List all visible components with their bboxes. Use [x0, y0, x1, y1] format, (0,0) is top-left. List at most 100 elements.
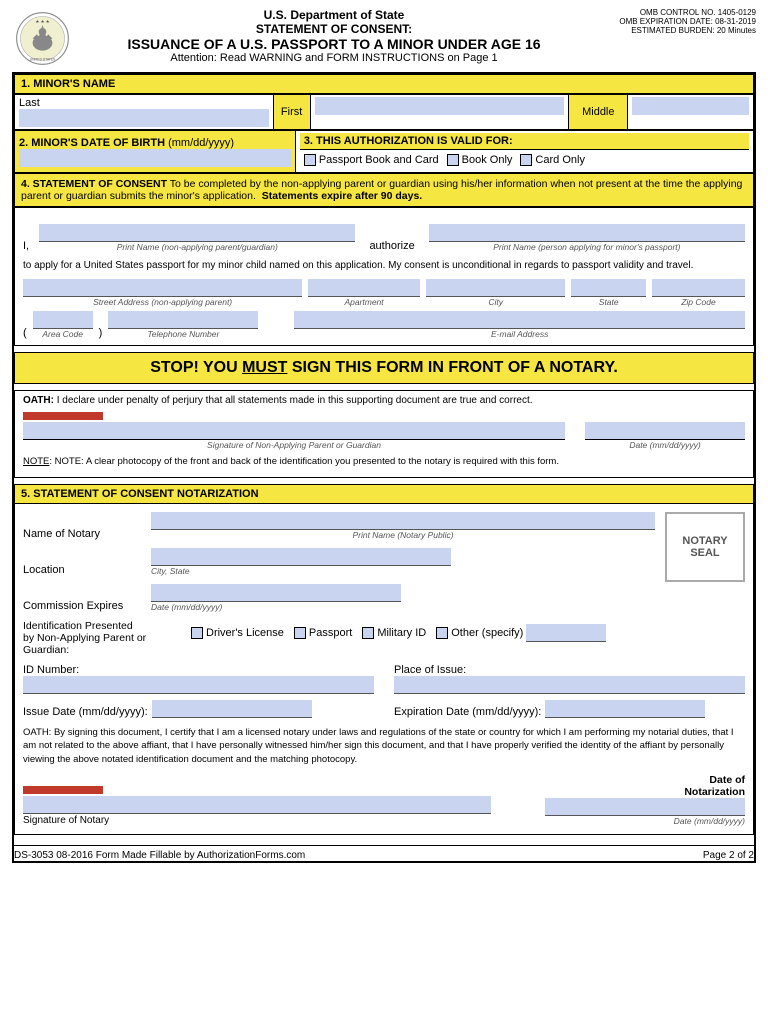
location-label: Location	[23, 564, 143, 576]
middle-name-input[interactable]	[632, 97, 749, 115]
military-id-label: Military ID	[377, 627, 426, 639]
notary-name-input[interactable]	[151, 512, 655, 530]
form-title3: Attention: Read WARNING and FORM INSTRUC…	[82, 52, 586, 64]
issue-date-label: Issue Date (mm/dd/yyyy):	[23, 706, 148, 718]
signature-input[interactable]	[23, 422, 565, 440]
sign-date-input[interactable]	[585, 422, 745, 440]
note-content: NOTE: A clear photocopy of the front and…	[55, 456, 559, 467]
non-applying-name-input[interactable]	[39, 224, 355, 242]
passport-id-label: Passport	[309, 627, 352, 639]
authorize-label: authorize	[369, 240, 414, 252]
commission-label: Commission Expires	[23, 600, 143, 612]
phone-row: ( Area Code ) Telephone Number E-mail Ad…	[23, 311, 745, 339]
i-label: I,	[23, 240, 29, 252]
military-id-item: Military ID	[362, 627, 426, 639]
telephone-input[interactable]	[108, 311, 258, 329]
commission-date-input[interactable]	[151, 584, 401, 602]
id-presented-section: Identification Presented by Non-Applying…	[23, 620, 745, 656]
section1-label: 1. MINOR'S NAME	[21, 78, 115, 90]
email-input[interactable]	[294, 311, 745, 329]
notary-location-input[interactable]	[151, 548, 451, 566]
commission-date-format: Date (mm/dd/yyyy)	[151, 602, 745, 612]
notary-signature-input[interactable]	[23, 796, 491, 814]
form-title2: ISSUANCE OF A U.S. PASSPORT TO A MINOR U…	[82, 36, 586, 52]
date-of-notarization-label: Date of Notarization	[684, 774, 745, 798]
commission-row: Commission Expires Date (mm/dd/yyyy)	[23, 584, 745, 612]
paren-close: )	[99, 327, 103, 339]
telephone-label: Telephone Number	[108, 329, 258, 339]
checkbox-book-card[interactable]	[304, 154, 316, 166]
expiration-date-group: Expiration Date (mm/dd/yyyy):	[394, 700, 745, 718]
section5-header: 5. STATEMENT OF CONSENT NOTARIZATION	[14, 484, 754, 504]
place-of-issue-label: Place of Issue:	[394, 664, 745, 676]
stop-text: STOP! YOU	[150, 359, 242, 376]
notary-sign-bar	[23, 786, 103, 794]
id-presented-label: Identification Presented by Non-Applying…	[23, 620, 183, 656]
expiration-date-input[interactable]	[545, 700, 705, 718]
section4-header: 4. STATEMENT OF CONSENT To be completed …	[14, 173, 754, 207]
section4-body: I, Print Name (non-applying parent/guard…	[14, 207, 754, 346]
drivers-license-label: Driver's License	[206, 627, 284, 639]
section3-label: 3. THIS AUTHORIZATION IS VALID FOR:	[304, 135, 513, 147]
notarization-date-input[interactable]	[545, 798, 745, 816]
zip-label: Zip Code	[652, 297, 745, 307]
omb-info: OMB CONTROL NO. 1405-0129 OMB EXPIRATION…	[596, 8, 756, 35]
notary-signature-label: Signature of Notary	[23, 815, 491, 826]
street-address-input[interactable]	[23, 279, 302, 297]
notary-name-row: Name of Notary Print Name (Notary Public…	[23, 512, 655, 540]
last-label: Last	[19, 97, 40, 109]
last-name-input[interactable]	[19, 109, 269, 127]
first-name-input[interactable]	[315, 97, 565, 115]
note-text: NOTE: NOTE: A clear photocopy of the fro…	[23, 456, 745, 467]
issue-date-input[interactable]	[152, 700, 312, 718]
checkbox-passport-id[interactable]	[294, 627, 306, 639]
section1-header: 1. MINOR'S NAME	[14, 74, 754, 94]
city-input[interactable]	[426, 279, 566, 297]
svg-text:★ ★ ★: ★ ★ ★	[35, 19, 49, 24]
zip-input[interactable]	[652, 279, 745, 297]
notary-seal-box: NOTARY SEAL	[665, 512, 745, 582]
stop-banner: STOP! YOU MUST SIGN THIS FORM IN FRONT O…	[14, 352, 754, 384]
section4-label: 4. STATEMENT OF CONSENT	[21, 178, 167, 190]
notary-location-row: Location City, State	[23, 548, 655, 576]
note-label: NOTE	[23, 456, 49, 467]
drivers-license-item: Driver's License	[191, 627, 284, 639]
form-id: DS-3053 08-2016 Form Made Fillable by Au…	[14, 850, 305, 861]
checkbox-book-only[interactable]	[447, 154, 459, 166]
notary-signature-group: Signature of Notary	[23, 786, 491, 826]
state-label: State	[571, 297, 645, 307]
checkbox-military-id[interactable]	[362, 627, 374, 639]
name-of-notary-label: Name of Notary	[23, 528, 143, 540]
checkbox-drivers-license[interactable]	[191, 627, 203, 639]
state-input[interactable]	[571, 279, 645, 297]
checkbox-other-id[interactable]	[436, 627, 448, 639]
first-label: First	[281, 106, 302, 118]
applying-name-input[interactable]	[429, 224, 745, 242]
section5-label: 5. STATEMENT OF CONSENT NOTARIZATION	[21, 488, 259, 500]
id-number-input[interactable]	[23, 676, 374, 694]
date-format: (mm/dd/yyyy)	[168, 137, 234, 149]
authorize-row: I, Print Name (non-applying parent/guard…	[23, 224, 745, 252]
sign-row: Signature of Non-Applying Parent or Guar…	[23, 412, 745, 450]
area-code-input[interactable]	[33, 311, 93, 329]
card-only-label: Card Only	[535, 154, 585, 166]
checkbox-card-only[interactable]	[520, 154, 532, 166]
dob-input[interactable]	[19, 149, 291, 167]
city-state-label: City, State	[151, 566, 655, 576]
book-card-label: Passport Book and Card	[319, 154, 439, 166]
passport-id-item: Passport	[294, 627, 352, 639]
place-of-issue-input[interactable]	[394, 676, 745, 694]
omb-burden: ESTIMATED BURDEN: 20 Minutes	[596, 26, 756, 35]
address-row: Street Address (non-applying parent) Apa…	[23, 279, 745, 307]
other-specify-input[interactable]	[526, 624, 606, 642]
date-format2: Date (mm/dd/yyyy)	[674, 816, 745, 826]
form-title1: STATEMENT OF CONSENT:	[82, 22, 586, 36]
oath-label: OATH:	[23, 395, 54, 406]
id-number-group: ID Number:	[23, 664, 374, 694]
signature-bar	[23, 412, 103, 420]
date-of-notarization-group: Date of Notarization Date (mm/dd/yyyy)	[511, 774, 745, 826]
middle-label: Middle	[582, 106, 614, 118]
oath-bottom: OATH: By signing this document, I certif…	[23, 726, 745, 766]
email-label: E-mail Address	[294, 329, 745, 339]
apartment-input[interactable]	[308, 279, 420, 297]
